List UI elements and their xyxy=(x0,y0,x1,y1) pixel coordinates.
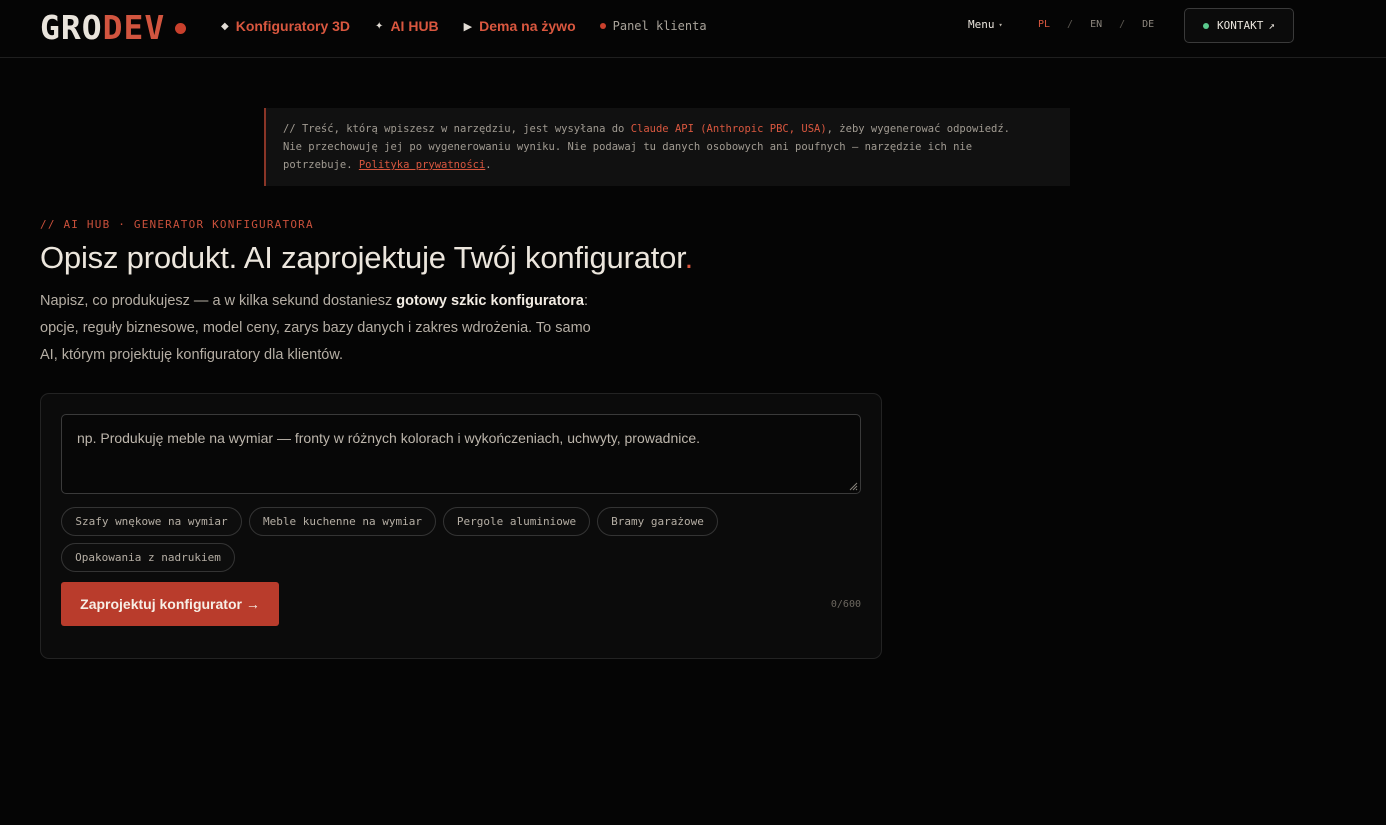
product-description-input[interactable]: np. Produkuję meble na wymiar — fronty w… xyxy=(61,414,861,494)
page-title-text: Opisz produkt. AI zaprojektuje Twój konf… xyxy=(40,240,685,275)
chip-pergole-aluminiowe[interactable]: Pergole aluminiowe xyxy=(443,507,590,536)
notice-text: // Treść, którą wpiszesz w narzędziu, je… xyxy=(283,123,631,135)
chip-bramy-garazowe[interactable]: Bramy garażowe xyxy=(597,507,718,536)
logo-dot-icon xyxy=(175,22,187,34)
logo[interactable]: GRO DEV xyxy=(40,7,187,47)
generate-configurator-button[interactable]: Zaprojektuj konfigurator → xyxy=(61,582,279,626)
nav-item-label: Konfiguratory 3D xyxy=(235,18,351,34)
menu-label: Menu xyxy=(968,18,995,31)
status-dot-icon xyxy=(599,23,606,29)
notice-highlight: Claude API (Anthropic PBC, USA) xyxy=(630,123,827,135)
contact-button[interactable]: KONTAKT ↗ xyxy=(1184,8,1294,43)
notice-line-2: Nie przechowuję jej po wygenerowaniu wyn… xyxy=(283,141,973,153)
resize-handle-icon[interactable] xyxy=(848,481,858,491)
lang-separator: / xyxy=(1119,19,1126,30)
main-nav: ◆ Konfiguratory 3D ✦ AI HUB ▶ Dema na ży… xyxy=(221,17,732,35)
diamond-icon: ◆ xyxy=(221,20,229,32)
page-title: Opisz produkt. AI zaprojektuje Twój konf… xyxy=(40,240,693,276)
chip-opakowania[interactable]: Opakowania z nadrukiem xyxy=(61,543,235,572)
lang-separator: / xyxy=(1067,19,1074,30)
logo-text-gro: GRO xyxy=(40,7,103,47)
contact-label: KONTAKT xyxy=(1217,19,1264,32)
nav-item-ai-hub[interactable]: ✦ AI HUB xyxy=(375,18,439,34)
lead-text: Napisz, co produkujesz — a w kilka sekun… xyxy=(40,293,397,309)
lead-line-3: AI, którym projektuję konfiguratory dla … xyxy=(40,347,344,363)
nav-item-konfiguratory-3d[interactable]: ◆ Konfiguratory 3D xyxy=(221,18,350,34)
lead-line-1: Napisz, co produkujesz — a w kilka sekun… xyxy=(40,288,620,315)
nav-item-panel-klienta[interactable]: Panel klienta xyxy=(599,19,707,33)
nav-item-label: AI HUB xyxy=(390,18,439,34)
lang-pl[interactable]: PL xyxy=(1038,19,1050,30)
logo-text-dev: DEV xyxy=(102,7,166,47)
character-counter: 0/600 xyxy=(830,599,861,610)
privacy-notice: // Treść, którą wpiszesz w narzędziu, je… xyxy=(264,108,1070,186)
nav-item-label: Panel klienta xyxy=(612,19,707,33)
notice-text: , żeby wygenerować odpowiedź. xyxy=(826,123,1010,135)
privacy-policy-link[interactable]: Polityka prywatności xyxy=(359,159,485,171)
chip-meble-kuchenne[interactable]: Meble kuchenne na wymiar xyxy=(249,507,436,536)
nav-item-label: Dema na żywo xyxy=(479,18,576,34)
notice-text: potrzebuje. xyxy=(283,159,359,171)
generator-card: np. Produkuję meble na wymiar — fronty w… xyxy=(40,393,882,659)
nav-item-dema[interactable]: ▶ Dema na żywo xyxy=(464,18,576,34)
caret-down-icon: ▾ xyxy=(998,20,1003,29)
lang-de[interactable]: DE xyxy=(1142,19,1154,30)
notice-line-1: // Treść, którą wpiszesz w narzędziu, je… xyxy=(283,120,1054,138)
chip-szafy-wnekowe[interactable]: Szafy wnękowe na wymiar xyxy=(61,507,242,536)
lead-strong: gotowy szkic konfiguratora xyxy=(396,293,584,309)
language-switcher: PL / EN / DE xyxy=(1038,19,1154,30)
notice-text: . xyxy=(485,159,492,171)
sparkle-icon: ✦ xyxy=(375,20,384,32)
lang-en[interactable]: EN xyxy=(1090,19,1102,30)
site-header: GRO DEV ◆ Konfiguratory 3D ✦ AI HUB ▶ Dem… xyxy=(0,0,1386,58)
play-icon: ▶ xyxy=(463,20,473,33)
menu-button[interactable]: Menu ▾ xyxy=(968,18,1003,31)
section-eyebrow: // AI HUB · GENERATOR KONFIGURATORA xyxy=(40,218,314,231)
lead-line-2: opcje, reguły biznesowe, model ceny, zar… xyxy=(40,320,591,336)
arrow-up-right-icon: ↗ xyxy=(1268,19,1275,32)
notice-line-3: potrzebuje. Polityka prywatności. xyxy=(283,156,1054,174)
title-accent-period: . xyxy=(684,240,694,275)
input-placeholder: np. Produkuję meble na wymiar — fronty w… xyxy=(77,430,701,446)
lead-text: : xyxy=(583,293,588,309)
lead-paragraph: Napisz, co produkujesz — a w kilka sekun… xyxy=(40,288,620,369)
online-dot-icon xyxy=(1203,22,1209,29)
